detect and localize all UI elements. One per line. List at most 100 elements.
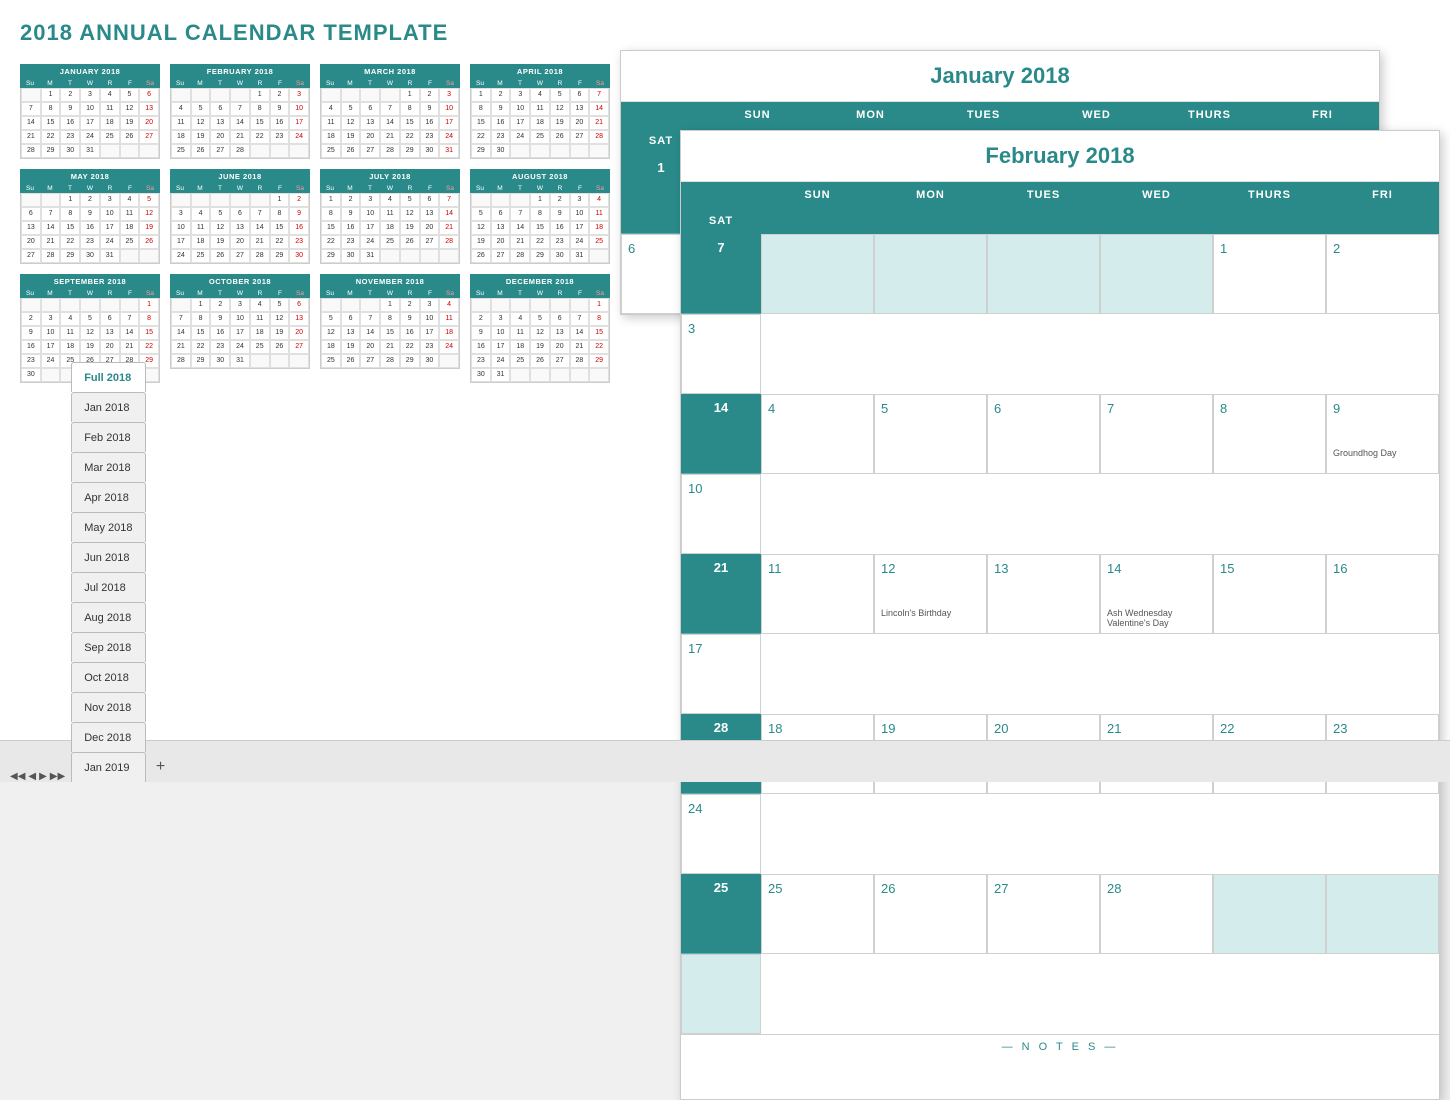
mini-cal-cell: 17 — [510, 116, 530, 130]
add-tab-button[interactable]: + — [148, 752, 174, 782]
mini-cal-cell: 19 — [139, 221, 159, 235]
mini-cal-cell: 8 — [530, 207, 550, 221]
feb-week-2: 14 4 5 6 7 8 9Groundhog Day 10 — [681, 394, 1439, 554]
tab-12[interactable]: Dec 2018 — [71, 722, 145, 752]
mini-cal-cell: 17 — [100, 221, 120, 235]
feb-day-14: 14Ash WednesdayValentine's Day — [1100, 554, 1213, 634]
wed-header: WED — [1040, 102, 1153, 128]
mini-cal-cell: 21 — [589, 116, 609, 130]
mini-cal-cell: 21 — [21, 130, 41, 144]
mini-cal-cell: 10 — [230, 312, 250, 326]
mini-cal-cell: 5 — [530, 312, 550, 326]
mini-cal-cell — [380, 88, 400, 102]
mini-cal-cell — [139, 144, 159, 158]
mini-cal-cell: 21 — [439, 221, 459, 235]
mini-cal-cell: 15 — [191, 326, 211, 340]
tab-10[interactable]: Oct 2018 — [71, 662, 145, 692]
mini-cal-cell — [420, 249, 440, 263]
mini-cal-cell: 24 — [41, 354, 61, 368]
mini-cal-cell: 12 — [210, 221, 230, 235]
tab-nav-prev-prev[interactable]: ◀◀ — [10, 771, 25, 782]
mini-cal-cell: 4 — [380, 193, 400, 207]
mini-cal-cell: 31 — [360, 249, 380, 263]
tab-8[interactable]: Aug 2018 — [71, 602, 145, 632]
mini-cal-cell: 16 — [471, 340, 491, 354]
mini-cal-cell: 28 — [570, 354, 590, 368]
mini-cal-cell: 11 — [321, 116, 341, 130]
mini-cal-header-6: JULY 2018 — [320, 169, 460, 184]
mini-cal-cell: 6 — [491, 207, 511, 221]
tab-7[interactable]: Jul 2018 — [71, 572, 145, 602]
mini-cal-cell: 10 — [41, 326, 61, 340]
mini-cal-cell — [210, 88, 230, 102]
mini-cal-cell: 17 — [41, 340, 61, 354]
mini-cal-cell: 20 — [210, 130, 230, 144]
mini-cal-cell — [41, 298, 61, 312]
mini-cal-cell: 17 — [289, 116, 309, 130]
mini-cal-cell — [139, 249, 159, 263]
mini-cal-cell: 31 — [80, 144, 100, 158]
mini-cal-cell: 9 — [210, 312, 230, 326]
mini-cal-cell — [230, 88, 250, 102]
mini-cal-cell: 13 — [341, 326, 361, 340]
february-title: February 2018 — [681, 131, 1439, 182]
tab-nav-next[interactable]: ▶ — [39, 771, 47, 782]
mini-cal-cell: 28 — [41, 249, 61, 263]
tab-4[interactable]: Apr 2018 — [71, 482, 145, 512]
mini-cal-cell: 21 — [230, 130, 250, 144]
mini-cal-cell: 30 — [491, 144, 511, 158]
mini-cal-cell: 10 — [420, 312, 440, 326]
mini-cal-cell: 14 — [230, 116, 250, 130]
mini-cal-cell: 27 — [360, 144, 380, 158]
mini-cal-cell: 7 — [250, 207, 270, 221]
mini-cal-header-2: MARCH 2018 — [320, 64, 460, 79]
mini-cal-cell: 3 — [491, 312, 511, 326]
mini-cal-cell: 9 — [80, 207, 100, 221]
mini-cal-cell: 5 — [270, 298, 290, 312]
mini-cal-cell: 23 — [270, 130, 290, 144]
mini-cal-cell: 6 — [550, 312, 570, 326]
tab-2[interactable]: Feb 2018 — [71, 422, 145, 452]
mini-cal-cell: 22 — [321, 235, 341, 249]
mini-cal-cell: 20 — [360, 340, 380, 354]
feb-empty-6 — [1326, 874, 1439, 954]
feb-day-7: 7 — [1100, 394, 1213, 474]
mini-cal-cell: 24 — [100, 235, 120, 249]
mini-cal-cell: 9 — [420, 102, 440, 116]
mini-cal-cell: 7 — [589, 88, 609, 102]
mini-cal-cell: 28 — [380, 144, 400, 158]
tab-nav-next-next[interactable]: ▶▶ — [50, 771, 65, 782]
feb-week-3: 21 11 12Lincoln's Birthday 13 14Ash Wedn… — [681, 554, 1439, 714]
tab-0[interactable]: Full 2018 — [71, 362, 145, 392]
mini-cal-cell — [491, 298, 511, 312]
mini-cal-cell: 25 — [250, 340, 270, 354]
week-num-21: 21 — [681, 554, 761, 634]
mini-cal-cell: 3 — [570, 193, 590, 207]
tab-9[interactable]: Sep 2018 — [71, 632, 145, 662]
tab-5[interactable]: May 2018 — [71, 512, 145, 542]
mini-cal-cell: 21 — [120, 340, 140, 354]
mini-cal-cell: 9 — [289, 207, 309, 221]
tab-nav-prev[interactable]: ◀ — [28, 771, 36, 782]
thurs-header-feb: THURS — [1213, 182, 1326, 208]
tab-nav[interactable]: ◀◀ ◀ ▶ ▶▶ — [10, 771, 65, 782]
tab-3[interactable]: Mar 2018 — [71, 452, 145, 482]
mini-cal-cell: 2 — [60, 88, 80, 102]
mini-cal-cell: 2 — [491, 88, 511, 102]
feb-day-12: 12Lincoln's Birthday — [874, 554, 987, 634]
tab-6[interactable]: Jun 2018 — [71, 542, 145, 572]
tab-11[interactable]: Nov 2018 — [71, 692, 145, 722]
mini-cal-cell: 9 — [21, 326, 41, 340]
tab-1[interactable]: Jan 2018 — [71, 392, 145, 422]
mini-cal-grid-0: 1234567891011121314151617181920212223242… — [20, 88, 160, 159]
mini-cal-cell: 10 — [289, 102, 309, 116]
mini-cal-cell: 11 — [510, 326, 530, 340]
tab-13[interactable]: Jan 2019 — [71, 752, 145, 782]
mini-cal-cell: 27 — [491, 249, 511, 263]
mini-cal-cell: 3 — [360, 193, 380, 207]
mini-cal-cell: 25 — [380, 235, 400, 249]
mini-cal-7: AUGUST 2018SuMTWRFSa12345678910111213141… — [470, 169, 610, 264]
mini-cal-cell — [120, 249, 140, 263]
mini-cal-10: NOVEMBER 2018SuMTWRFSa123456789101112131… — [320, 274, 460, 383]
mini-cal-cell: 10 — [100, 207, 120, 221]
